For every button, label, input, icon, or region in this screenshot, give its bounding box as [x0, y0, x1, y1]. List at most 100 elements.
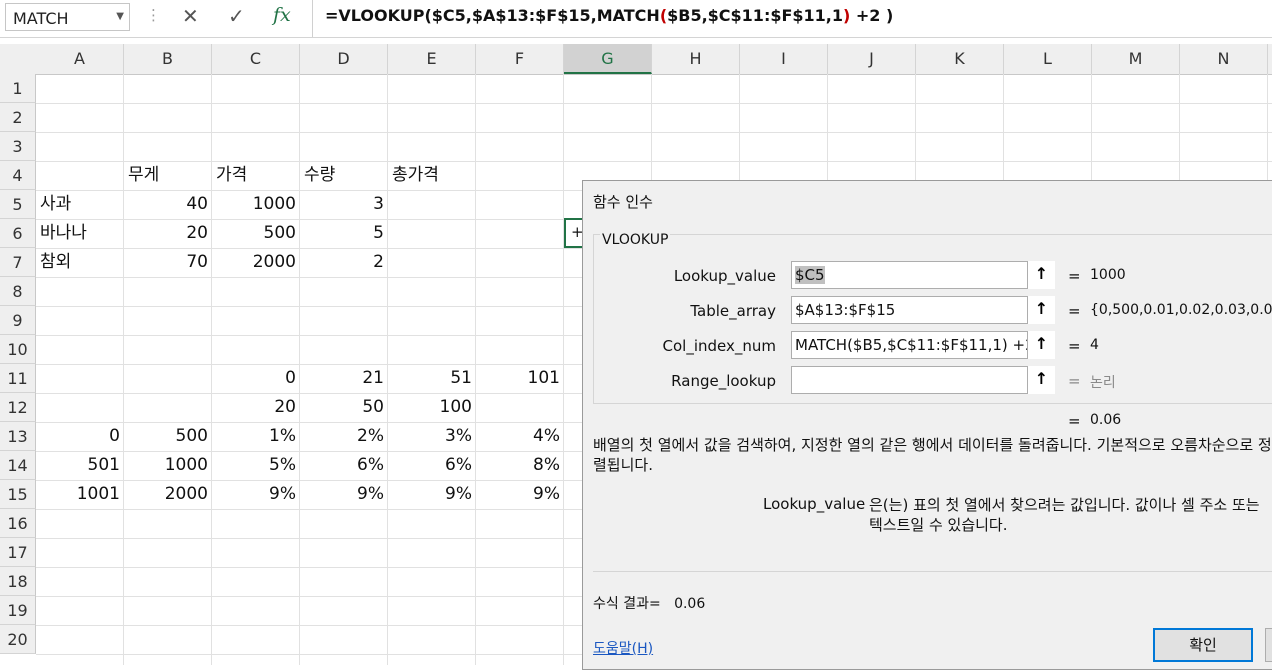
table-array-input[interactable]: $A$13:$F$15: [791, 296, 1053, 324]
chevron-down-icon[interactable]: ▼: [116, 11, 124, 22]
cell-d12[interactable]: 50: [304, 393, 384, 422]
enter-icon[interactable]: ✓: [228, 4, 245, 28]
equals-sign: =: [1068, 412, 1081, 430]
column-header-m[interactable]: M: [1092, 44, 1180, 74]
cell-b13[interactable]: 500: [128, 422, 208, 451]
row-header-5[interactable]: 5: [0, 190, 36, 219]
row-header-20[interactable]: 20: [0, 625, 36, 654]
row-header-16[interactable]: 16: [0, 509, 36, 538]
column-header-c[interactable]: C: [212, 44, 300, 74]
cell-b5[interactable]: 40: [128, 190, 208, 219]
row-header-11[interactable]: 11: [0, 364, 36, 393]
cell-c6[interactable]: 500: [216, 219, 296, 248]
more-options-icon[interactable]: ⋮: [146, 6, 161, 24]
insert-function-icon[interactable]: fx: [273, 4, 291, 26]
cell-d6[interactable]: 5: [304, 219, 384, 248]
cell-c12[interactable]: 20: [216, 393, 296, 422]
cell-f14[interactable]: 8%: [480, 451, 560, 480]
cell-e11[interactable]: 51: [392, 364, 472, 393]
cancel-icon[interactable]: ✕: [182, 4, 199, 28]
cell-d7[interactable]: 2: [304, 248, 384, 277]
column-header-e[interactable]: E: [388, 44, 476, 74]
collapse-range-lookup-button[interactable]: ↑: [1027, 366, 1055, 394]
row-header-1[interactable]: 1: [0, 74, 36, 103]
column-header-g[interactable]: G: [564, 44, 652, 74]
cell-d11[interactable]: 21: [304, 364, 384, 393]
gridline: [475, 74, 476, 665]
row-header-10[interactable]: 10: [0, 335, 36, 364]
cell-c15[interactable]: 9%: [216, 480, 296, 509]
row-header-4[interactable]: 4: [0, 161, 36, 190]
cancel-button[interactable]: [1265, 628, 1272, 662]
collapse-col-index-num-button[interactable]: ↑: [1027, 331, 1055, 359]
cell-b14[interactable]: 1000: [128, 451, 208, 480]
row-header-2[interactable]: 2: [0, 103, 36, 132]
active-cell-g6[interactable]: +2: [564, 218, 593, 248]
row-header-15[interactable]: 15: [0, 480, 36, 509]
cell-e13[interactable]: 3%: [392, 422, 472, 451]
column-header-k[interactable]: K: [916, 44, 1004, 74]
name-box[interactable]: MATCH ▼: [5, 3, 130, 31]
cell-d14[interactable]: 6%: [304, 451, 384, 480]
cell-c11[interactable]: 0: [216, 364, 296, 393]
row-header-19[interactable]: 19: [0, 596, 36, 625]
collapse-lookup-value-button[interactable]: ↑: [1027, 261, 1055, 289]
cell-c5[interactable]: 1000: [216, 190, 296, 219]
cell-c14[interactable]: 5%: [216, 451, 296, 480]
formula-input[interactable]: =VLOOKUP($C5,$A$13:$F$15,MATCH($B5,$C$11…: [312, 0, 1272, 37]
row-header-13[interactable]: 13: [0, 422, 36, 451]
cell-e14[interactable]: 6%: [392, 451, 472, 480]
lookup-value-input[interactable]: $C5: [791, 261, 1053, 289]
range-lookup-input[interactable]: [791, 366, 1053, 394]
dialog-divider: [593, 571, 1272, 572]
cell-e15[interactable]: 9%: [392, 480, 472, 509]
ok-button[interactable]: 확인: [1153, 628, 1253, 662]
cell-f15[interactable]: 9%: [480, 480, 560, 509]
cell-a5[interactable]: 사과: [40, 190, 120, 219]
column-header-b[interactable]: B: [124, 44, 212, 74]
column-header-h[interactable]: H: [652, 44, 740, 74]
cell-f13[interactable]: 4%: [480, 422, 560, 451]
row-header-6[interactable]: 6: [0, 219, 36, 248]
column-header-n[interactable]: N: [1180, 44, 1268, 74]
row-header-14[interactable]: 14: [0, 451, 36, 480]
column-header-f[interactable]: F: [476, 44, 564, 74]
cell-a7[interactable]: 참외: [40, 248, 120, 277]
column-header-j[interactable]: J: [828, 44, 916, 74]
cell-c7[interactable]: 2000: [216, 248, 296, 277]
column-header-l[interactable]: L: [1004, 44, 1092, 74]
arg-label-table-array: Table_array: [690, 302, 776, 320]
row-header-18[interactable]: 18: [0, 567, 36, 596]
row-header-3[interactable]: 3: [0, 132, 36, 161]
dialog-title: 함수 인수: [593, 193, 653, 211]
column-header-d[interactable]: D: [300, 44, 388, 74]
cell-f11[interactable]: 101: [480, 364, 560, 393]
cell-d4[interactable]: 수량: [304, 161, 384, 190]
cell-c4[interactable]: 가격: [216, 161, 296, 190]
gridline: [123, 74, 124, 665]
col-index-num-input[interactable]: MATCH($B5,$C$11:$F$11,1) +2: [791, 331, 1053, 359]
cell-e4[interactable]: 총가격: [392, 161, 472, 190]
cell-d5[interactable]: 3: [304, 190, 384, 219]
cell-c13[interactable]: 1%: [216, 422, 296, 451]
cell-b4[interactable]: 무게: [128, 161, 208, 190]
cell-e12[interactable]: 100: [392, 393, 472, 422]
cell-a14[interactable]: 501: [40, 451, 120, 480]
cell-d13[interactable]: 2%: [304, 422, 384, 451]
row-header-7[interactable]: 7: [0, 248, 36, 277]
cell-b7[interactable]: 70: [128, 248, 208, 277]
cell-a15[interactable]: 1001: [40, 480, 120, 509]
cell-b15[interactable]: 2000: [128, 480, 208, 509]
cell-d15[interactable]: 9%: [304, 480, 384, 509]
column-header-i[interactable]: I: [740, 44, 828, 74]
row-header-8[interactable]: 8: [0, 277, 36, 306]
cell-a13[interactable]: 0: [40, 422, 120, 451]
cell-a6[interactable]: 바나나: [40, 219, 120, 248]
collapse-table-array-button[interactable]: ↑: [1027, 296, 1055, 324]
row-header-12[interactable]: 12: [0, 393, 36, 422]
row-header-17[interactable]: 17: [0, 538, 36, 567]
row-header-9[interactable]: 9: [0, 306, 36, 335]
help-link[interactable]: 도움말(H): [593, 638, 653, 658]
cell-b6[interactable]: 20: [128, 219, 208, 248]
column-header-a[interactable]: A: [36, 44, 124, 74]
